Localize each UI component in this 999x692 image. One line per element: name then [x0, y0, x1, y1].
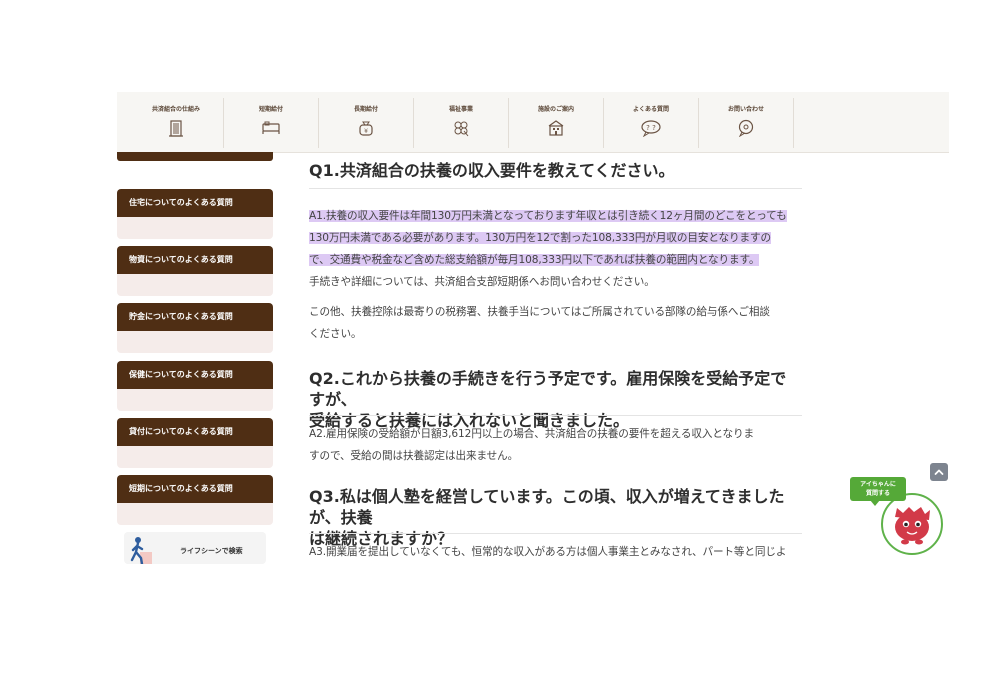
lifescene-search-button[interactable]: ライフシーンで検索 [124, 532, 266, 564]
ai-chat-button[interactable] [881, 493, 943, 555]
question-title-q3: Q3.私は個人塾を経営しています。この頃、収入が増えてきましたが、扶養 は継続さ… [309, 486, 802, 549]
sidebar-item-panel [117, 331, 273, 353]
question-line: Q3.私は個人塾を経営しています。この頃、収入が増えてきましたが、扶養 [309, 487, 785, 527]
sidebar-item-label: 短期についてのよくある質問 [117, 475, 273, 503]
answer-a1: A1.扶養の収入要件は年間130万円未満となっております年収とは引き続く12ヶ月… [309, 205, 802, 293]
sidebar-item-label: 住宅についてのよくある質問 [117, 189, 273, 217]
sidebar-item-housing[interactable]: 住宅についてのよくある質問 [117, 189, 273, 239]
walking-person-icon [130, 537, 152, 564]
nav-label: 長期給付 [353, 106, 378, 113]
sidebar-item-previous-stub[interactable] [117, 152, 273, 161]
sidebar-item-loans[interactable]: 貸付についてのよくある質問 [117, 418, 273, 468]
facility-icon [548, 120, 564, 136]
svg-text:?: ? [652, 124, 656, 132]
ai-bubble-tail [870, 500, 880, 506]
sidebar-item-panel [117, 217, 273, 239]
answer-a1-extra: この他、扶養控除は最寄りの税務署、扶養手当についてはご所属されている部隊の給与係… [309, 301, 802, 345]
nav-item-long-term[interactable]: 長期給付 ¥ [319, 98, 414, 148]
answer-a3: A3.開業届を提出していなくても、恒常的な収入がある方は個人事業主とみなされ、パ… [309, 541, 802, 563]
sidebar-item-label: 貸付についてのよくある質問 [117, 418, 273, 446]
faq-content: Q1.共済組合の扶養の収入要件を教えてください。 A1.扶養の収入要件は年間13… [309, 152, 802, 564]
answer-line: 130万円未満である必要があります。130万円を12で割った108,333円が月… [309, 232, 772, 244]
bed-icon [262, 121, 280, 134]
nav-item-contact[interactable]: お問い合わせ [699, 98, 794, 148]
sidebar-item-health[interactable]: 保健についてのよくある質問 [117, 361, 273, 411]
money-bag-icon: ¥ [359, 121, 373, 136]
question-title-q2: Q2.これから扶養の手続きを行う予定です。雇用保険を受給予定ですが、 受給すると… [309, 368, 802, 431]
scroll-to-top-button[interactable] [930, 463, 948, 481]
chat-bubble-icon [738, 119, 754, 137]
question-bubble-icon: ? ? [641, 120, 661, 137]
ai-chat-label-line: 質問する [865, 490, 890, 497]
answer-a2: A2.雇用保険の受給額が日額3,612円以上の場合、共済組合の扶養の要件を超える… [309, 423, 802, 467]
ai-chat-label-line: アイちゃんに [860, 481, 896, 488]
question-title-q1: Q1.共済組合の扶養の収入要件を教えてください。 [309, 161, 675, 180]
nav-item-welfare[interactable]: 福祉事業 [414, 98, 509, 148]
nav-item-facilities[interactable]: 施設のご案内 [509, 98, 604, 148]
answer-line: A2.雇用保険の受給額が日額3,612円以上の場合、共済組合の扶養の要件を超える… [309, 428, 755, 440]
global-nav: 共済組合の仕組み 短期給付 長期給付 ¥ 福祉事業 施設のご案内 よくある質問 … [117, 92, 949, 153]
sidebar-item-label: 保健についてのよくある質問 [117, 361, 273, 389]
answer-line: ください。 [309, 328, 362, 340]
nav-item-system[interactable]: 共済組合の仕組み [129, 98, 224, 148]
sidebar-item-label: 貯金についてのよくある質問 [117, 303, 273, 331]
divider [309, 188, 802, 189]
nav-label: 施設のご案内 [537, 106, 574, 113]
divider [309, 415, 802, 416]
svg-text:?: ? [646, 124, 650, 132]
sidebar-item-panel [117, 274, 273, 296]
building-icon [169, 120, 183, 137]
answer-line: この他、扶養控除は最寄りの税務署、扶養手当についてはご所属されている部隊の給与係… [309, 306, 770, 318]
mascot-icon [895, 507, 930, 545]
answer-line: A3.開業届を提出していなくても、恒常的な収入がある方は個人事業主とみなされ、パ… [309, 546, 787, 558]
nav-label: 短期給付 [258, 106, 283, 113]
clover-icon [454, 121, 469, 137]
svg-text:¥: ¥ [364, 128, 368, 135]
answer-line: 手続きや詳細については、共済組合支部短期係へお問い合わせください。 [309, 276, 655, 288]
nav-label: 福祉事業 [448, 106, 473, 113]
answer-line: A1.扶養の収入要件は年間130万円未満となっております年収とは引き続く12ヶ月… [309, 210, 787, 222]
nav-label: お問い合わせ [727, 106, 764, 113]
nav-label: 共済組合の仕組み [151, 106, 200, 113]
sidebar-item-label: 物資についてのよくある質問 [117, 246, 273, 274]
sidebar-item-short-term[interactable]: 短期についてのよくある質問 [117, 475, 273, 525]
sidebar-item-panel [117, 389, 273, 411]
sidebar-item-goods[interactable]: 物資についてのよくある質問 [117, 246, 273, 296]
nav-label: よくある質問 [632, 106, 669, 113]
nav-item-short-term[interactable]: 短期給付 [224, 98, 319, 148]
question-line: Q2.これから扶養の手続きを行う予定です。雇用保険を受給予定ですが、 [309, 369, 787, 409]
sidebar-item-panel [117, 503, 273, 525]
sidebar-item-savings[interactable]: 貯金についてのよくある質問 [117, 303, 273, 353]
divider [309, 533, 802, 534]
chevron-up-icon [934, 469, 944, 475]
answer-line: すので、受給の間は扶養認定は出来ません。 [309, 450, 519, 462]
sidebar-item-panel [117, 446, 273, 468]
lifescene-label: ライフシーンで検索 [180, 547, 243, 555]
nav-item-faq[interactable]: よくある質問 ? ? [604, 98, 699, 148]
answer-line: で、交通費や税金など含めた総支給額が毎月108,333円以下であれば扶養の範囲内… [309, 254, 760, 266]
ai-chat-label[interactable]: アイちゃんに 質問する [850, 477, 906, 501]
